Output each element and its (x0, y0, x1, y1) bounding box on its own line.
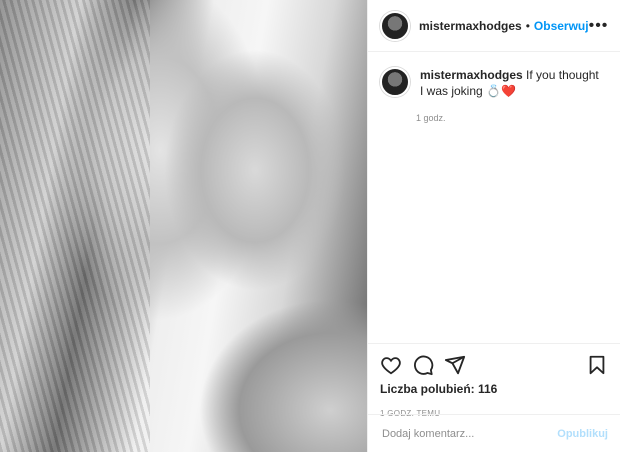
share-icon[interactable] (444, 354, 466, 376)
bookmark-icon[interactable] (586, 354, 608, 376)
photo-texture (0, 0, 150, 452)
caption-avatar[interactable] (380, 67, 410, 97)
publish-button[interactable]: Opublikuj (557, 428, 608, 440)
action-bar: Liczba polubień: 116 1 GODZ. TEMU (368, 343, 620, 418)
comment-icon[interactable] (412, 354, 434, 376)
add-comment-bar: Opublikuj (368, 414, 620, 452)
username[interactable]: mistermaxhodges (419, 19, 522, 33)
post-dialog: mistermaxhodges • Obserwuj ••• mistermax… (0, 0, 620, 452)
post-photo[interactable] (0, 0, 367, 452)
caption-comment: mistermaxhodges If you thought I was jok… (368, 52, 620, 99)
caption-time[interactable]: 1 godz. (416, 113, 620, 123)
more-horizontal-icon[interactable]: ••• (589, 17, 609, 35)
post-header: mistermaxhodges • Obserwuj ••• (368, 0, 620, 52)
follow-button[interactable]: Obserwuj (534, 19, 589, 33)
avatar[interactable] (380, 10, 410, 41)
action-icons (380, 352, 608, 378)
comment-input[interactable] (380, 426, 558, 441)
likes-count[interactable]: Liczba polubień: 116 (380, 382, 608, 396)
post-sidebar: mistermaxhodges • Obserwuj ••• mistermax… (367, 0, 620, 452)
caption-text: mistermaxhodges If you thought I was jok… (420, 67, 605, 99)
separator-dot: • (525, 18, 530, 33)
caption-username[interactable]: mistermaxhodges (420, 68, 523, 82)
caption-emoji: 💍❤️ (486, 84, 516, 98)
heart-icon[interactable] (380, 354, 402, 376)
